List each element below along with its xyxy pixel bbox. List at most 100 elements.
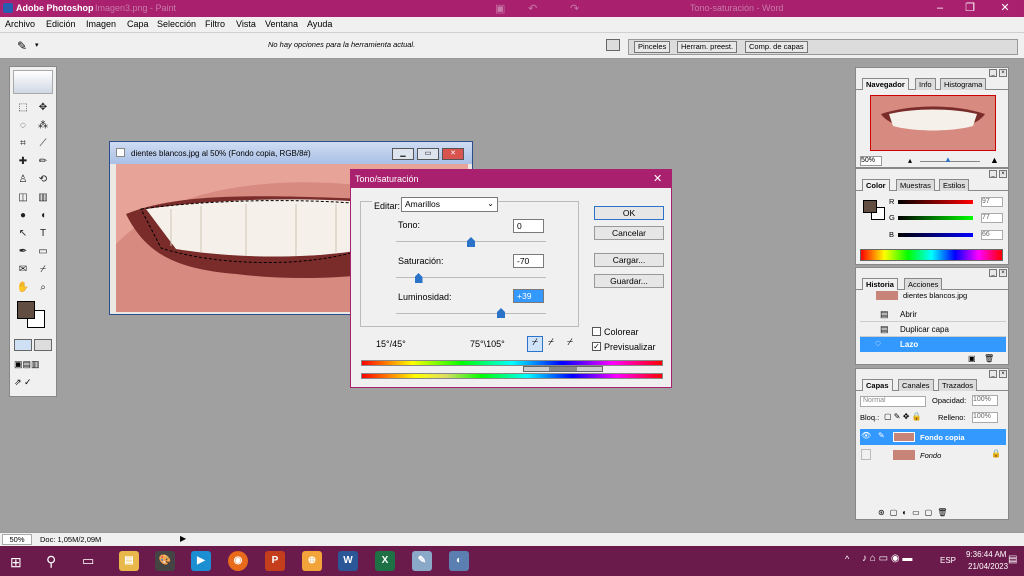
status-zoom[interactable]: 50% (2, 534, 32, 545)
brush-link-icon[interactable]: ✎ (878, 431, 885, 440)
range-selector-core[interactable] (549, 367, 577, 371)
file-explorer-icon[interactable]: ▤ (119, 551, 139, 571)
paint-taskbar-icon[interactable]: ◐ (449, 551, 469, 571)
tab-acciones[interactable]: Acciones (904, 278, 943, 290)
tab-trazados[interactable]: Trazados (938, 379, 977, 391)
minimize-icon[interactable]: – (925, 0, 955, 17)
g-value[interactable]: 77 (981, 213, 1003, 223)
notifications-icon[interactable]: ▤ (1008, 554, 1017, 565)
chevron-down-icon[interactable]: ▾ (35, 41, 39, 49)
history-brush-icon[interactable]: ⟲ (34, 171, 52, 188)
brush-icon[interactable]: ✏ (34, 153, 52, 170)
marquee-icon[interactable]: ⬚ (14, 99, 32, 116)
dodge-icon[interactable]: ◖ (34, 207, 52, 224)
tab-navegador[interactable]: Navegador (862, 78, 909, 90)
tab-capas[interactable]: Capas (862, 379, 893, 391)
dialog-close-icon[interactable]: ✕ (653, 172, 662, 185)
blur-icon[interactable]: ● (14, 207, 32, 224)
quick-mask-icon[interactable] (34, 339, 52, 351)
task-view-icon[interactable]: ▭ (82, 553, 94, 569)
navigator-zoom-thumb[interactable]: ▲ (944, 155, 952, 164)
firefox-icon[interactable]: ◉ (228, 551, 248, 571)
ok-button[interactable]: OK (594, 206, 664, 220)
pen-icon[interactable]: ✒ (14, 243, 32, 260)
blend-mode-select[interactable]: Normal (860, 396, 926, 407)
menu-ayuda[interactable]: Ayuda (307, 19, 332, 29)
clock-date[interactable]: 21/04/2023 (968, 562, 1008, 571)
paint-icon[interactable]: 🎨 (155, 551, 175, 571)
palette-well-icon[interactable] (606, 39, 620, 51)
navigator-zoom-field[interactable]: 50% (860, 156, 882, 166)
menu-imagen[interactable]: Imagen (86, 19, 116, 29)
zoom-in-icon[interactable]: ▲ (990, 155, 999, 165)
standard-mode-icon[interactable] (14, 339, 32, 351)
navigator-thumbnail[interactable] (870, 95, 996, 151)
doc-close-icon[interactable]: ✕ (442, 148, 464, 160)
jump-to-imageready-icon[interactable]: ⇗ ✓ (14, 377, 52, 389)
eyedropper-icon[interactable]: ⌿ (527, 336, 543, 352)
tab-color[interactable]: Color (862, 179, 890, 191)
search-icon[interactable]: ⚲ (46, 553, 56, 570)
history-item[interactable]: ▤ Abrir (860, 307, 1006, 322)
menu-ventana[interactable]: Ventana (265, 19, 298, 29)
magic-wand-icon[interactable]: ⁂ (34, 117, 52, 134)
zoom-out-icon[interactable]: ▴ (908, 156, 912, 165)
foreground-color-swatch[interactable] (17, 301, 35, 319)
crop-icon[interactable]: ⌗ (14, 135, 32, 152)
tono-input[interactable]: 0 (513, 219, 544, 233)
type-icon[interactable]: T (34, 225, 52, 242)
panel-close-icon[interactable]: × (999, 170, 1007, 178)
shape-icon[interactable]: ▭ (34, 243, 52, 260)
status-menu-arrow-icon[interactable]: ▶ (180, 534, 186, 543)
visibility-eye-icon[interactable]: 👁 (861, 431, 871, 440)
layer-row[interactable]: Fondo 🔒 (860, 447, 1006, 463)
opacity-value[interactable]: 100% (972, 395, 998, 406)
screen-mode-icons[interactable]: ▣▤▥ (14, 359, 52, 371)
eyedropper-icon[interactable]: ✎ (17, 39, 27, 53)
menu-archivo[interactable]: Archivo (5, 19, 35, 29)
delete-step-icon[interactable]: 🗑 (984, 354, 994, 363)
panel-minimize-icon[interactable]: _ (989, 370, 997, 378)
lasso-icon[interactable]: ◌ (14, 117, 32, 134)
close-icon[interactable]: ✕ (990, 0, 1020, 17)
panel-close-icon[interactable]: × (999, 69, 1007, 77)
luminosidad-input[interactable]: +39 (513, 289, 544, 303)
doc-minimize-icon[interactable]: ▁ (392, 148, 414, 160)
history-snapshot[interactable]: dientes blancos.jpg (903, 291, 967, 300)
menu-edicion[interactable]: Edición (46, 19, 76, 29)
saturacion-input[interactable]: -70 (513, 254, 544, 268)
language-indicator[interactable]: ESP (940, 556, 956, 565)
app-icon[interactable]: ⊕ (302, 551, 322, 571)
maximize-icon[interactable]: ❐ (955, 0, 985, 17)
doc-maximize-icon[interactable]: ▭ (417, 148, 439, 160)
eyedropper-tool-icon[interactable]: ⌿ (34, 261, 52, 278)
panel-minimize-icon[interactable]: _ (989, 69, 997, 77)
history-item[interactable]: ▤ Duplicar capa (860, 322, 1006, 337)
tab-comp-capas[interactable]: Comp. de capas (745, 41, 808, 53)
notes-icon[interactable]: ✉ (14, 261, 32, 278)
hand-icon[interactable]: ✋ (14, 279, 32, 296)
slice-icon[interactable]: ⟋ (34, 135, 52, 152)
save-button[interactable]: Guardar... (594, 274, 664, 288)
healing-brush-icon[interactable]: ✚ (14, 153, 32, 170)
r-value[interactable]: 97 (981, 197, 1003, 207)
g-slider-bar[interactable] (898, 216, 973, 220)
color-foreground-swatch[interactable] (863, 200, 877, 213)
b-slider-bar[interactable] (898, 233, 973, 237)
lock-icons[interactable]: ▢ ✎ ✥ 🔒 (884, 412, 922, 421)
tab-estilos[interactable]: Estilos (939, 179, 970, 191)
tab-info[interactable]: Info (915, 78, 936, 90)
clone-stamp-icon[interactable]: ♙ (14, 171, 32, 188)
panel-close-icon[interactable]: × (999, 370, 1007, 378)
zoom-icon[interactable]: ⌕ (34, 279, 52, 296)
range-selector[interactable] (523, 366, 603, 372)
history-item-selected[interactable]: ◌ Lazo (860, 337, 1006, 352)
tray-icons[interactable]: ♪ ⌂ ▭ ◉ ▬ (862, 553, 912, 564)
path-select-icon[interactable]: ↖ (14, 225, 32, 242)
panel-close-icon[interactable]: × (999, 269, 1007, 277)
load-button[interactable]: Cargar... (594, 253, 664, 267)
colorize-checkbox[interactable] (592, 327, 601, 336)
r-slider-bar[interactable] (898, 200, 973, 204)
tab-historia[interactable]: Historia (862, 278, 898, 290)
tab-herram-preest[interactable]: Herram. preest. (677, 41, 738, 53)
